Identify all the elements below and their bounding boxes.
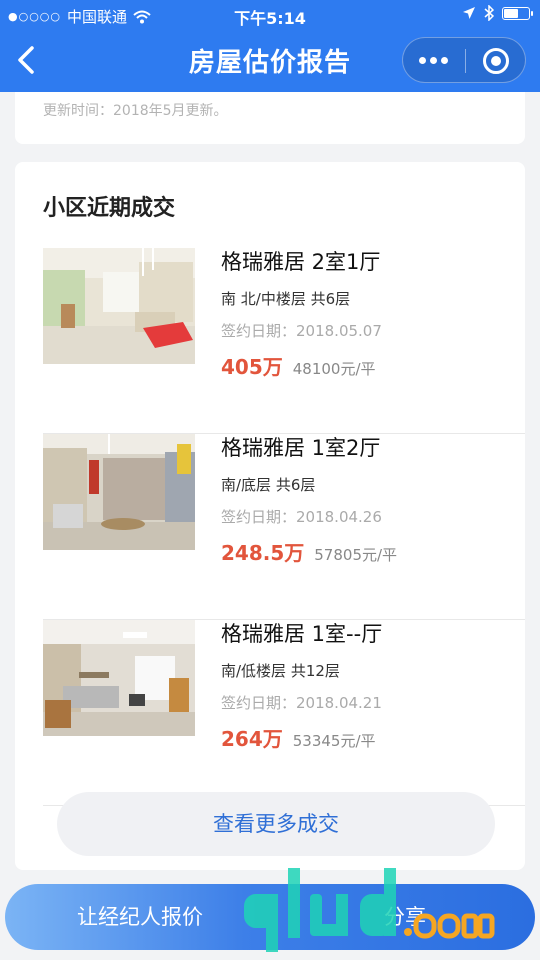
- deal-name: 格瑞雅居 1室2厅: [221, 436, 381, 460]
- deal-unit-price: 48100元/平: [292, 360, 376, 378]
- deal-date: 签约日期：2018.04.26: [221, 508, 382, 526]
- deal-date: 签约日期：2018.05.07: [221, 322, 382, 340]
- top-bar: ●○○○○ 中国联通 下午5:14 房屋估价报告: [0, 0, 540, 92]
- deal-photo: [43, 620, 195, 736]
- deal-date: 签约日期：2018.04.21: [221, 694, 382, 712]
- miniprogram-capsule: [402, 37, 526, 83]
- deal-price: 405万: [221, 355, 283, 379]
- ask-agent-quote-button[interactable]: 让经纪人报价: [5, 884, 275, 950]
- location-arrow-icon: [463, 7, 475, 19]
- more-dots-icon[interactable]: [419, 57, 448, 64]
- status-bar: ●○○○○ 中国联通 下午5:14: [0, 0, 540, 30]
- title-bar: 房屋估价报告: [0, 30, 540, 92]
- capsule-divider: [465, 49, 466, 73]
- deal-photo: [43, 434, 195, 550]
- section-title: 小区近期成交: [43, 196, 176, 221]
- deal-attributes: 南/底层 共6层: [221, 476, 316, 494]
- deal-price: 248.5万: [221, 541, 305, 565]
- battery-icon: [502, 6, 533, 20]
- deal-item[interactable]: 格瑞雅居 1室2厅 南/底层 共6层 签约日期：2018.04.26 248.5…: [43, 434, 525, 620]
- deal-price: 264万: [221, 727, 283, 751]
- deal-unit-price: 53345元/平: [292, 732, 376, 750]
- update-time-text: 更新时间：2018年5月更新。: [43, 103, 228, 119]
- deal-name: 格瑞雅居 2室1厅: [221, 250, 381, 274]
- bluetooth-icon: [484, 5, 494, 21]
- deal-photo: [43, 248, 195, 364]
- bottom-action-bar: 让经纪人报价 分享: [5, 884, 535, 950]
- recent-deals-card: 小区近期成交 格瑞雅居 2室1厅 南 北/中楼层 共6层 签约日期：2018.0…: [15, 162, 525, 870]
- deal-item[interactable]: 格瑞雅居 2室1厅 南 北/中楼层 共6层 签约日期：2018.05.07 40…: [43, 248, 525, 434]
- deal-attributes: 南/低楼层 共12层: [221, 662, 340, 680]
- deal-attributes: 南 北/中楼层 共6层: [221, 290, 351, 308]
- deal-name: 格瑞雅居 1室--厅: [221, 622, 383, 646]
- view-more-deals-button[interactable]: 查看更多成交: [57, 792, 495, 856]
- deal-item[interactable]: 格瑞雅居 1室--厅 南/低楼层 共12层 签约日期：2018.04.21 26…: [43, 620, 525, 806]
- status-time: 下午5:14: [234, 9, 306, 28]
- close-target-icon[interactable]: [483, 48, 509, 74]
- estimate-card-tail: 更新时间：2018年5月更新。: [15, 92, 525, 144]
- share-button[interactable]: 分享: [335, 884, 475, 950]
- deal-unit-price: 57805元/平: [314, 546, 398, 564]
